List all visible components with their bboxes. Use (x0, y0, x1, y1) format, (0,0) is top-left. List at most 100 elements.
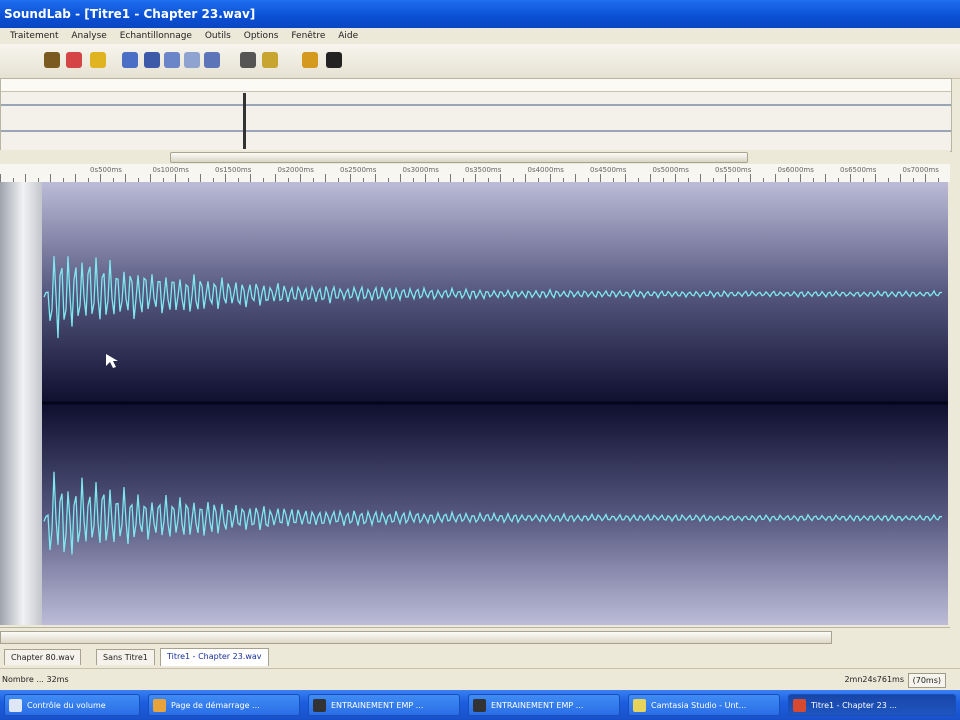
taskbar-label: ENTRAINEMENT EMP ... (331, 701, 424, 710)
tab-sans-titre1[interactable]: Sans Titre1 (96, 649, 155, 665)
menu-item-traitement[interactable]: Traitement (10, 28, 59, 44)
scrollbar-thumb[interactable] (170, 152, 748, 163)
window-title: SoundLab - [Titre1 - Chapter 23.wav] (4, 7, 256, 21)
ruler-label: 0s7000ms (902, 166, 939, 174)
ruler-tick (500, 174, 501, 182)
ruler-tick (125, 174, 126, 182)
ruler-tick (600, 174, 601, 182)
wave-icon[interactable] (326, 52, 342, 68)
right-margin (948, 182, 960, 625)
status-bar: Nombre ... 32ms 2mn24s761ms (70ms) (0, 668, 960, 691)
menu-item-aide[interactable]: Aide (338, 28, 358, 44)
taskbar-item-browser[interactable]: Page de démarrage ... (148, 694, 300, 716)
ruler-tick (850, 174, 851, 182)
ruler-label: 0s3000ms (402, 166, 439, 174)
ruler-tick (775, 174, 776, 182)
bottom-scrollbar-thumb[interactable] (0, 631, 832, 644)
camtasia-icon (633, 699, 646, 712)
soundlab-icon (793, 699, 806, 712)
horizontal-scrollbar[interactable] (0, 150, 950, 164)
time-ruler[interactable]: 0s500ms 0s1000ms 0s1500ms 0s2000ms 0s2500ms 0… (0, 164, 950, 183)
ruler-tick (175, 174, 176, 182)
ruler-label: 0s1500ms (215, 166, 252, 174)
bottom-scrollbar[interactable] (0, 627, 950, 646)
select-icon[interactable] (122, 52, 138, 68)
text-icon[interactable] (144, 52, 160, 68)
menu-bar: Traitement Analyse Echantillonnage Outil… (0, 28, 960, 44)
zoom-readout: (70ms) (907, 673, 946, 688)
ruler-tick (325, 174, 326, 182)
cursor-icon[interactable] (204, 52, 220, 68)
document-tabs: Chapter 80.wav Sans Titre1 Titre1 - Chap… (0, 647, 960, 667)
ruler-tick (700, 174, 701, 182)
ruler-tick (200, 174, 201, 182)
taskbar-item-soundlab[interactable]: Titre1 - Chapter 23 ... (788, 694, 956, 716)
taskbar: Contrôle du volume Page de démarrage ...… (0, 690, 960, 720)
overview-channel-right (1, 121, 951, 141)
ruler-label: 0s6500ms (840, 166, 877, 174)
ruler-tick (425, 174, 426, 182)
ruler-tick (450, 174, 451, 182)
ruler-tick (550, 174, 551, 182)
tab-titre1-chapter-23[interactable]: Titre1 - Chapter 23.wav (160, 648, 269, 666)
ruler-tick (675, 174, 676, 182)
menu-item-echantillonnage[interactable]: Echantillonnage (120, 28, 192, 44)
window-titlebar[interactable]: SoundLab - [Titre1 - Chapter 23.wav] (0, 0, 960, 28)
ruler-tick (925, 174, 926, 182)
volume-icon (9, 699, 22, 712)
ruler-tick (875, 174, 876, 182)
menu-item-options[interactable]: Options (244, 28, 279, 44)
ruler-tick (225, 174, 226, 182)
taskbar-item-camtasia[interactable]: Camtasia Studio - Unt... (628, 694, 780, 716)
menu-item-fenetre[interactable]: Fenêtre (291, 28, 325, 44)
ruler-tick (375, 174, 376, 182)
zoom-icon[interactable] (262, 52, 278, 68)
ruler-tick (75, 174, 76, 182)
playhead-marker[interactable] (243, 93, 246, 149)
ruler-tick (825, 174, 826, 182)
speaker-icon[interactable] (90, 52, 106, 68)
taskbar-item-training-2[interactable]: ENTRAINEMENT EMP ... (468, 694, 620, 716)
app-icon (313, 699, 326, 712)
position-readout: 2mn24s761ms (844, 675, 904, 684)
taskbar-label: Titre1 - Chapter 23 ... (811, 701, 897, 710)
ruler-tick (475, 174, 476, 182)
region-icon[interactable] (164, 52, 180, 68)
ruler-tick (650, 174, 651, 182)
menu-item-outils[interactable]: Outils (205, 28, 231, 44)
ruler-label: 0s2500ms (340, 166, 377, 174)
ruler-tick (150, 174, 151, 182)
taskbar-item-volume[interactable]: Contrôle du volume (4, 694, 140, 716)
ruler-label: 0s1000ms (152, 166, 189, 174)
ruler-tick (525, 174, 526, 182)
menu-item-analyse[interactable]: Analyse (71, 28, 106, 44)
ruler-label: 0s6000ms (777, 166, 814, 174)
ruler-label: 0s2000ms (277, 166, 314, 174)
overview-ruler (1, 79, 951, 92)
taskbar-label: Page de démarrage ... (171, 701, 260, 710)
tab-chapter-80[interactable]: Chapter 80.wav (4, 649, 82, 665)
ruler-tick (800, 174, 801, 182)
pencil-icon[interactable] (44, 52, 60, 68)
grid-icon[interactable] (184, 52, 200, 68)
ruler-tick (275, 174, 276, 182)
waveform-view[interactable] (42, 182, 948, 625)
ruler-tick (25, 174, 26, 182)
taskbar-item-training-1[interactable]: ENTRAINEMENT EMP ... (308, 694, 460, 716)
ruler-label: 0s4500ms (590, 166, 627, 174)
ruler-label: 0s4000ms (527, 166, 564, 174)
taskbar-label: Camtasia Studio - Unt... (651, 701, 747, 710)
ruler-tick (100, 174, 101, 182)
paint-icon[interactable] (302, 52, 318, 68)
ruler-tick (300, 174, 301, 182)
ruler-label: 0s5500ms (715, 166, 752, 174)
overview-panel[interactable] (0, 78, 952, 152)
eraser-icon[interactable] (66, 52, 82, 68)
hand-icon[interactable] (240, 52, 256, 68)
taskbar-label: ENTRAINEMENT EMP ... (491, 701, 584, 710)
app-icon (473, 699, 486, 712)
ruler-tick (50, 174, 51, 182)
ruler-tick (900, 174, 901, 182)
browser-icon (153, 699, 166, 712)
overview-channel-left (1, 95, 951, 115)
